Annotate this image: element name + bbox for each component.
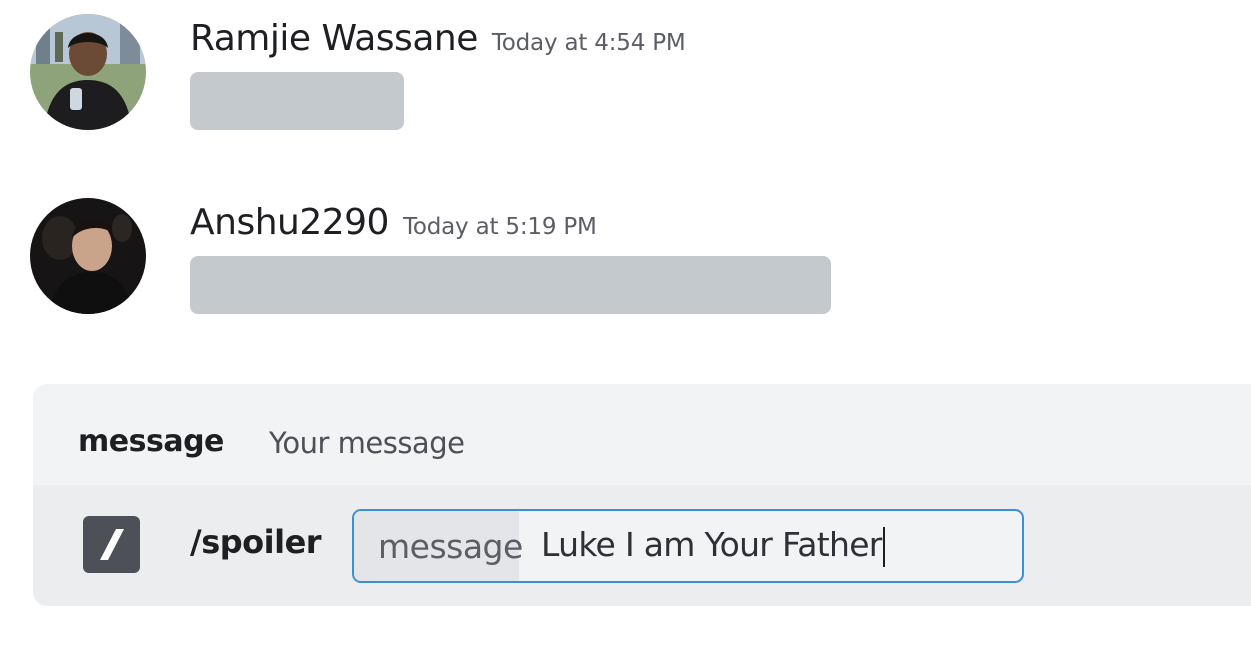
parameter-value[interactable]: Luke I am Your Father <box>519 525 885 567</box>
option-description: Your message <box>269 426 465 460</box>
parameter-value-text: Luke I am Your Father <box>541 525 882 565</box>
text-caret <box>882 526 885 567</box>
spoiler-content[interactable] <box>190 72 404 130</box>
message-header: Ramjie Wassane Today at 4:54 PM <box>190 18 686 59</box>
timestamp: Today at 5:19 PM <box>402 214 597 240</box>
message-header: Anshu2290 Today at 5:19 PM <box>190 202 597 243</box>
user-avatar[interactable] <box>30 14 146 130</box>
avatar-photo-icon <box>30 198 146 314</box>
timestamp: Today at 4:54 PM <box>491 30 686 56</box>
command-name: /spoiler <box>190 523 322 561</box>
command-input-row: /spoiler message Luke I am Your Father <box>33 485 1251 606</box>
message-item: Ramjie Wassane Today at 4:54 PM <box>30 14 1230 134</box>
username[interactable]: Ramjie Wassane <box>190 18 478 59</box>
spoiler-content[interactable] <box>190 256 831 314</box>
slash-command-icon <box>83 516 140 573</box>
option-name: message <box>78 424 224 459</box>
slash-command-panel: message Your message /spoiler message Lu… <box>33 384 1251 606</box>
avatar-photo-icon <box>30 14 146 130</box>
username[interactable]: Anshu2290 <box>190 202 389 243</box>
command-option-hint: message Your message <box>33 384 1251 485</box>
user-avatar[interactable] <box>30 198 146 314</box>
chat-area: Ramjie Wassane Today at 4:54 PM Anshu2290… <box>0 0 1251 650</box>
command-parameter-input[interactable]: message Luke I am Your Father <box>352 509 1024 583</box>
message-item: Anshu2290 Today at 5:19 PM <box>30 198 1230 318</box>
parameter-label: message <box>354 511 523 581</box>
